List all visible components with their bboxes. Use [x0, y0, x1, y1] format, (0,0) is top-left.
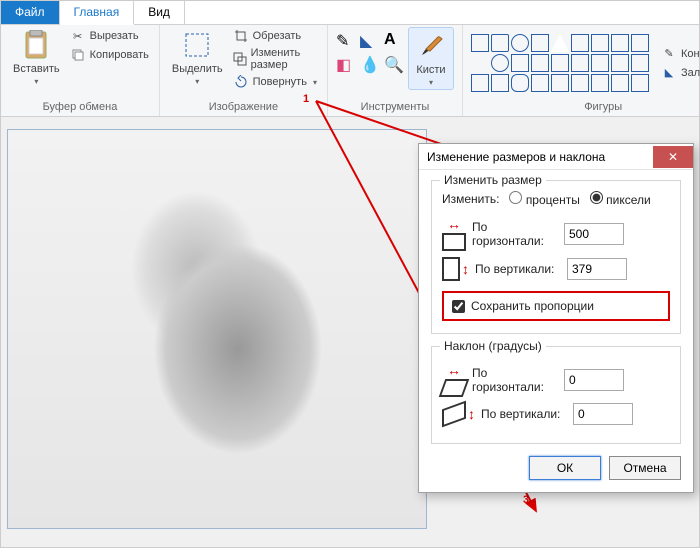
canvas-image[interactable]: [7, 129, 427, 529]
arrow-vertical-icon: ↕: [468, 407, 475, 421]
resize-h-label: По горизонтали:: [472, 220, 558, 248]
picker-icon[interactable]: 💧: [360, 55, 380, 75]
arrow-vertical-icon: ↕: [462, 262, 469, 276]
skew-fieldset: Наклон (градусы) ↔ По горизонтали: ↕ По …: [431, 346, 681, 444]
outline-icon: ✎: [661, 46, 677, 62]
dialog-title: Изменение размеров и наклона: [427, 150, 605, 164]
group-image-label: Изображение: [209, 99, 278, 116]
rotate-icon: [233, 74, 249, 90]
dialog-titlebar: Изменение размеров и наклона ✕: [419, 144, 693, 170]
vertical-icon: [442, 257, 460, 281]
close-button[interactable]: ✕: [653, 146, 693, 168]
group-shapes-label: Фигуры: [584, 99, 622, 116]
radio-pixels[interactable]: пиксели: [590, 191, 651, 207]
group-tools-label: Инструменты: [361, 99, 430, 116]
arrow-horizontal-icon: ↔: [447, 363, 461, 377]
resize-vertical-input[interactable]: [567, 258, 627, 280]
select-button[interactable]: Выделить ▾: [168, 27, 227, 88]
resize-skew-dialog: Изменение размеров и наклона ✕ Изменить …: [418, 143, 694, 493]
pencil-icon[interactable]: ✎: [336, 31, 356, 51]
shape-outline-button[interactable]: ✎Контур▾: [659, 45, 700, 63]
copy-icon: [70, 47, 86, 63]
brush-icon: [415, 30, 447, 62]
fill-icon[interactable]: ◣: [360, 31, 380, 51]
resize-fieldset: Изменить размер Изменить: проценты пиксе…: [431, 180, 681, 334]
keep-ratio-checkbox[interactable]: [452, 300, 465, 313]
ribbon-tabs: Файл Главная Вид: [1, 1, 699, 25]
cut-button[interactable]: ✂Вырезать: [68, 27, 151, 45]
text-icon[interactable]: A: [384, 31, 404, 51]
crop-button[interactable]: Обрезать: [231, 27, 319, 45]
skew-vertical-input[interactable]: [573, 403, 633, 425]
group-shapes: ✎Контур▾ ◣Заливка▾ Фигуры: [463, 25, 700, 116]
keep-ratio-label: Сохранить пропорции: [471, 299, 594, 313]
eraser-icon[interactable]: ◧: [336, 55, 356, 75]
tab-view[interactable]: Вид: [134, 1, 185, 24]
zoom-icon[interactable]: 🔍: [384, 55, 404, 75]
scissors-icon: ✂: [70, 28, 86, 44]
group-clipboard: Вставить ▾ ✂Вырезать Копировать Буфер об…: [1, 25, 160, 116]
arrow-horizontal-icon: ↔: [447, 217, 461, 231]
shape-fill-button[interactable]: ◣Заливка▾: [659, 64, 700, 82]
paste-label: Вставить: [13, 63, 60, 75]
resize-horizontal-input[interactable]: [564, 223, 624, 245]
rotate-button[interactable]: Повернуть▾: [231, 73, 319, 91]
skew-v-icon: [442, 401, 466, 428]
chevron-down-icon: ▾: [195, 77, 199, 86]
annotation-1: 1: [303, 93, 309, 105]
crop-icon: [233, 28, 249, 44]
radio-percent[interactable]: проценты: [509, 191, 579, 207]
skew-legend: Наклон (градусы): [440, 339, 546, 353]
tab-home[interactable]: Главная: [60, 1, 135, 25]
annotation-3: 3: [523, 494, 529, 506]
copy-button[interactable]: Копировать: [68, 46, 151, 64]
chevron-down-icon: ▾: [429, 78, 433, 87]
skew-h-label: По горизонтали:: [472, 366, 558, 394]
chevron-down-icon: ▾: [34, 77, 38, 86]
horizontal-icon: [442, 233, 466, 251]
resize-v-label: По вертикали:: [475, 262, 561, 276]
ok-button[interactable]: ОК: [529, 456, 601, 480]
ribbon: Вставить ▾ ✂Вырезать Копировать Буфер об…: [1, 25, 699, 117]
group-tools: ✎ ◣ A ◧ 💧 🔍 Кисти ▾ Инструменты: [328, 25, 463, 116]
resize-icon: [233, 51, 247, 67]
selection-icon: [181, 29, 213, 61]
paste-button[interactable]: Вставить ▾: [9, 27, 64, 88]
skew-horizontal-input[interactable]: [564, 369, 624, 391]
resize-button[interactable]: Изменить размер: [231, 46, 319, 72]
skew-v-label: По вертикали:: [481, 407, 567, 421]
close-icon: ✕: [668, 150, 678, 164]
bucket-icon: ◣: [661, 65, 677, 81]
resize-legend: Изменить размер: [440, 173, 546, 187]
shapes-gallery[interactable]: [471, 34, 649, 92]
resize-by-label: Изменить:: [442, 192, 499, 206]
brushes-button[interactable]: Кисти ▾: [408, 27, 454, 90]
skew-h-icon: [439, 379, 470, 397]
group-clipboard-label: Буфер обмена: [43, 99, 118, 116]
cancel-button[interactable]: Отмена: [609, 456, 681, 480]
tab-file[interactable]: Файл: [1, 1, 60, 24]
clipboard-icon: [20, 29, 52, 61]
